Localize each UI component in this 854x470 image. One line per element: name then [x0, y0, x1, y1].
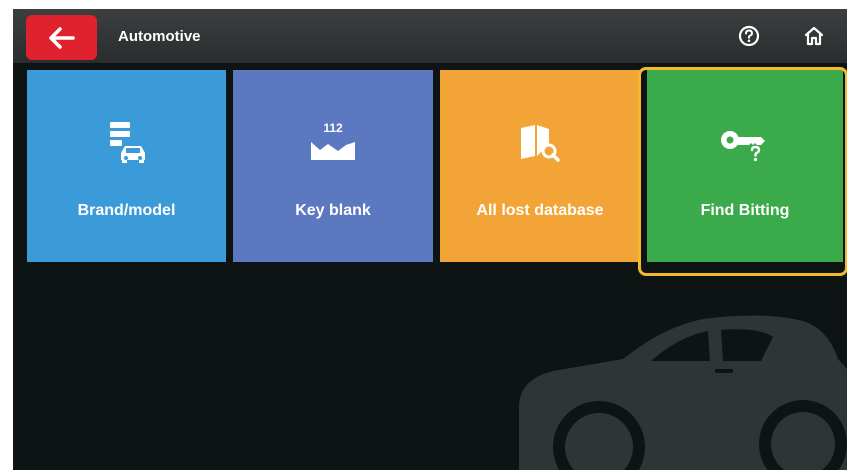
help-icon[interactable]	[737, 24, 761, 48]
tile-key-blank[interactable]: 112 Key blank	[233, 70, 433, 262]
tile-find-bitting[interactable]: Find Bitting	[647, 70, 843, 262]
tile-brand-model[interactable]: Brand/model	[27, 70, 226, 262]
tile-label: Key blank	[295, 202, 371, 219]
key-question-icon	[647, 120, 843, 164]
book-search-icon	[440, 120, 640, 164]
tile-label: Find Bitting	[700, 202, 790, 219]
key-blank-icon: 112	[233, 120, 433, 164]
page-title: Automotive	[118, 27, 201, 45]
tile-all-lost-database[interactable]: All lost database	[440, 70, 640, 262]
tile-label: All lost database	[476, 202, 604, 219]
key-blank-numbers: 112	[323, 121, 343, 135]
car-background-icon	[519, 315, 847, 470]
tile-label: Brand/model	[77, 202, 176, 219]
back-button[interactable]	[26, 15, 97, 60]
car-database-icon	[27, 120, 226, 164]
home-icon[interactable]	[802, 24, 826, 48]
app-screen: Automotive Brand/model 112 Key blank All…	[13, 9, 847, 470]
arrow-left-icon	[48, 26, 75, 49]
header-bar: Automotive	[13, 9, 847, 63]
